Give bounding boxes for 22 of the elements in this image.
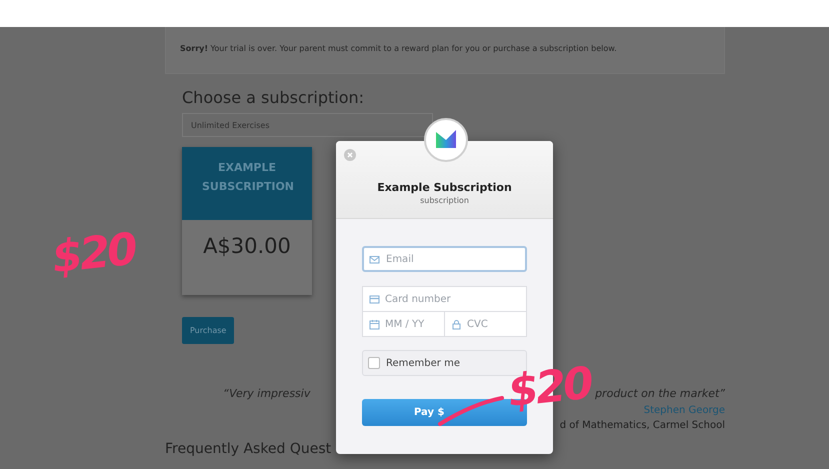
faq-heading: Frequently Asked Quest	[165, 441, 332, 457]
quote-text: product on the market”	[595, 387, 725, 400]
email-field[interactable]: Email	[362, 246, 527, 272]
handwritten-note: $20	[50, 224, 138, 284]
checkout-title: Example Subscription	[376, 181, 513, 194]
strike-line	[436, 394, 506, 428]
cvc-field[interactable]: CVC	[444, 311, 527, 337]
purchase-button[interactable]: Purchase	[182, 317, 234, 344]
section-heading: Choose a subscription:	[182, 87, 366, 105]
plan-dropdown[interactable]: Unlimited Exercises	[182, 113, 433, 137]
plan-price: A$30.00	[202, 233, 292, 258]
trial-notice: Sorry! Your trial is over. Your parent must commit to a reward plan for you or purchase a subscription below.	[165, 27, 725, 74]
close-icon[interactable]	[344, 149, 356, 161]
remember-checkbox[interactable]	[368, 357, 380, 369]
card-number-field[interactable]: Card number	[362, 286, 527, 312]
expiry-field[interactable]: MM / YY	[362, 311, 445, 337]
remember-label: Remember me	[386, 358, 460, 368]
plan-card[interactable]: EXAMPLE SUBSCRIPTION A$30.00	[182, 147, 312, 295]
checkout-subtitle: subscription	[419, 196, 470, 205]
author-role: d of Mathematics, Carmel School	[560, 420, 725, 431]
quote-text: “Very impressiv	[223, 387, 310, 400]
plan-name: EXAMPLE SUBSCRIPTION	[202, 161, 294, 193]
